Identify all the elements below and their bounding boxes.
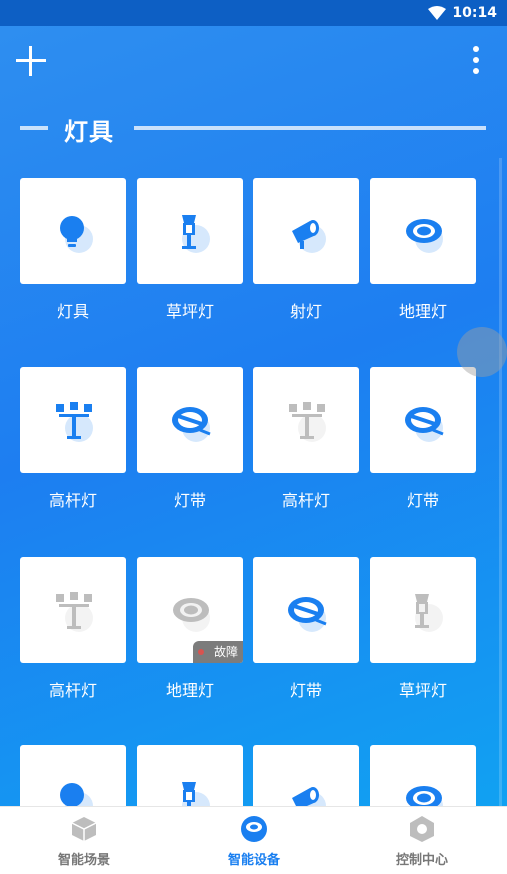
tab-control-center[interactable]: 控制中心	[338, 815, 506, 868]
hexagon-icon	[410, 816, 434, 842]
device-tile[interactable]: 草坪灯	[137, 178, 243, 322]
lawn-light-icon	[182, 215, 210, 253]
section-divider-left	[20, 126, 48, 130]
status-bar: 10:14	[0, 0, 507, 26]
status-time: 10:14	[452, 5, 497, 21]
device-label: 高杆灯	[48, 681, 97, 700]
device-tile[interactable]	[253, 745, 359, 808]
device-card[interactable]	[253, 745, 359, 808]
section-divider-right	[134, 126, 486, 130]
ground-light-icon	[406, 219, 443, 253]
device-card[interactable]	[370, 557, 476, 663]
device-tile[interactable]	[20, 745, 126, 808]
device-card[interactable]	[253, 367, 359, 473]
device-label: 高杆灯	[48, 491, 97, 510]
tab-label: 智能设备	[227, 853, 280, 868]
device-tile[interactable]: 高杆灯	[253, 367, 359, 511]
lawn-light-icon	[415, 594, 443, 632]
device-label: 地理灯	[165, 681, 214, 700]
device-card[interactable]	[137, 367, 243, 473]
pole-light-icon	[289, 402, 326, 442]
device-tile[interactable]: 高杆灯	[20, 367, 126, 511]
floating-assistive-button[interactable]	[457, 327, 507, 377]
device-card[interactable]	[137, 178, 243, 284]
strip-light-icon	[172, 407, 211, 442]
device-icon	[241, 816, 267, 842]
tab-smart-device[interactable]: 智能设备	[170, 815, 338, 868]
section-title: 灯具	[64, 118, 114, 146]
device-label: 射灯	[289, 302, 322, 321]
bottom-tab-bar: 智能场景 智能设备 控制中心	[0, 806, 507, 874]
device-label: 灯具	[56, 302, 89, 321]
device-tile[interactable]: 灯带	[253, 557, 359, 701]
device-card[interactable]	[20, 557, 126, 663]
device-card[interactable]	[370, 367, 476, 473]
device-tile[interactable]: 高杆灯	[20, 557, 126, 701]
device-tile[interactable]: 灯具	[20, 178, 126, 322]
tab-label: 智能场景	[57, 853, 110, 868]
device-tile[interactable]: 地理灯	[370, 178, 476, 322]
device-label: 地理灯	[398, 302, 447, 321]
device-label: 草坪灯	[398, 681, 447, 700]
add-icon[interactable]	[16, 46, 46, 76]
spot-light-icon	[292, 220, 326, 253]
device-card[interactable]	[253, 557, 359, 663]
lawn-light-icon	[182, 782, 210, 808]
bulb-light-icon	[60, 216, 93, 253]
device-card[interactable]	[253, 178, 359, 284]
top-bar	[0, 26, 507, 96]
device-label: 高杆灯	[281, 491, 330, 510]
scrollbar[interactable]	[499, 158, 502, 808]
device-card[interactable]	[20, 178, 126, 284]
tab-smart-scene[interactable]: 智能场景	[0, 815, 168, 868]
ground-light-icon	[406, 786, 443, 808]
cube-icon	[71, 817, 97, 841]
ground-light-icon	[173, 598, 210, 632]
device-card[interactable]	[137, 745, 243, 808]
device-tile[interactable]: 灯带	[137, 367, 243, 511]
device-label: 灯带	[289, 681, 322, 700]
wifi-icon	[428, 6, 447, 20]
device-grid: 灯具 草坪灯 射灯 地理灯 高杆灯 灯带 高杆灯 灯带 高杆灯 故障 地理灯 灯带 草坪灯	[20, 178, 478, 808]
device-label: 灯带	[173, 491, 206, 510]
device-tile[interactable]: 射灯	[253, 178, 359, 322]
section-header: 灯具	[20, 110, 486, 146]
device-card[interactable]: 故障	[137, 557, 243, 663]
device-card[interactable]	[20, 367, 126, 473]
bulb-light-icon	[60, 783, 93, 808]
spot-light-icon	[292, 787, 326, 808]
strip-light-icon	[405, 407, 444, 442]
more-vert-icon[interactable]	[468, 46, 484, 78]
device-tile[interactable]	[370, 745, 476, 808]
device-card[interactable]	[20, 745, 126, 808]
pole-light-icon	[56, 402, 93, 442]
fault-badge: 故障	[193, 641, 243, 663]
device-tile[interactable]: 草坪灯	[370, 557, 476, 701]
device-tile[interactable]	[137, 745, 243, 808]
pole-light-icon	[56, 592, 93, 632]
device-tile[interactable]: 灯带	[370, 367, 476, 511]
tab-label: 控制中心	[395, 853, 448, 868]
device-tile[interactable]: 故障地理灯	[137, 557, 243, 701]
device-label: 草坪灯	[165, 302, 214, 321]
device-card[interactable]	[370, 178, 476, 284]
strip-light-icon	[288, 597, 327, 632]
device-label: 灯带	[406, 491, 439, 510]
device-card[interactable]	[370, 745, 476, 808]
